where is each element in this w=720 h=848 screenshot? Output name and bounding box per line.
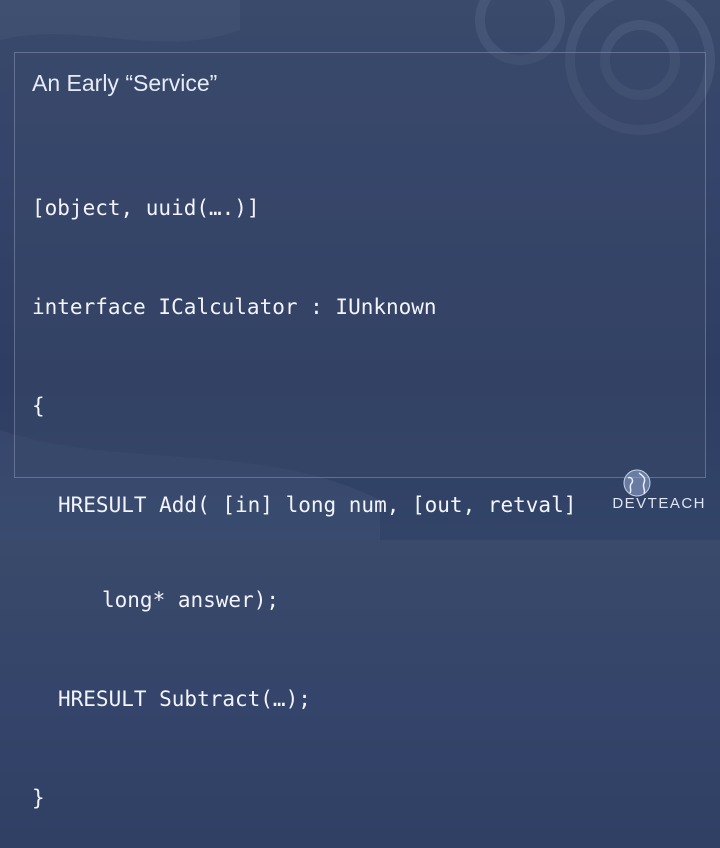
code-block: [object, uuid(….)] interface ICalculator… [32, 126, 576, 848]
globe-icon [623, 469, 651, 497]
code-line-open-brace: { [32, 394, 45, 418]
slide-title: An Early “Service” [32, 70, 218, 96]
code-line-interface: interface ICalculator : IUnknown [32, 295, 437, 319]
code-line-add-method: HRESULT Add( [in] long num, [out, retval… [58, 493, 577, 517]
code-line-subtract-method: HRESULT Subtract(…); [58, 687, 311, 711]
logo-text: DEVTEACH [612, 495, 706, 512]
devteach-logo: DEVTEACH [596, 468, 706, 518]
code-line-add-method-cont: long* answer); [102, 588, 280, 612]
code-line-close-brace: } [32, 786, 45, 810]
code-line-attributes: [object, uuid(….)] [32, 196, 260, 220]
